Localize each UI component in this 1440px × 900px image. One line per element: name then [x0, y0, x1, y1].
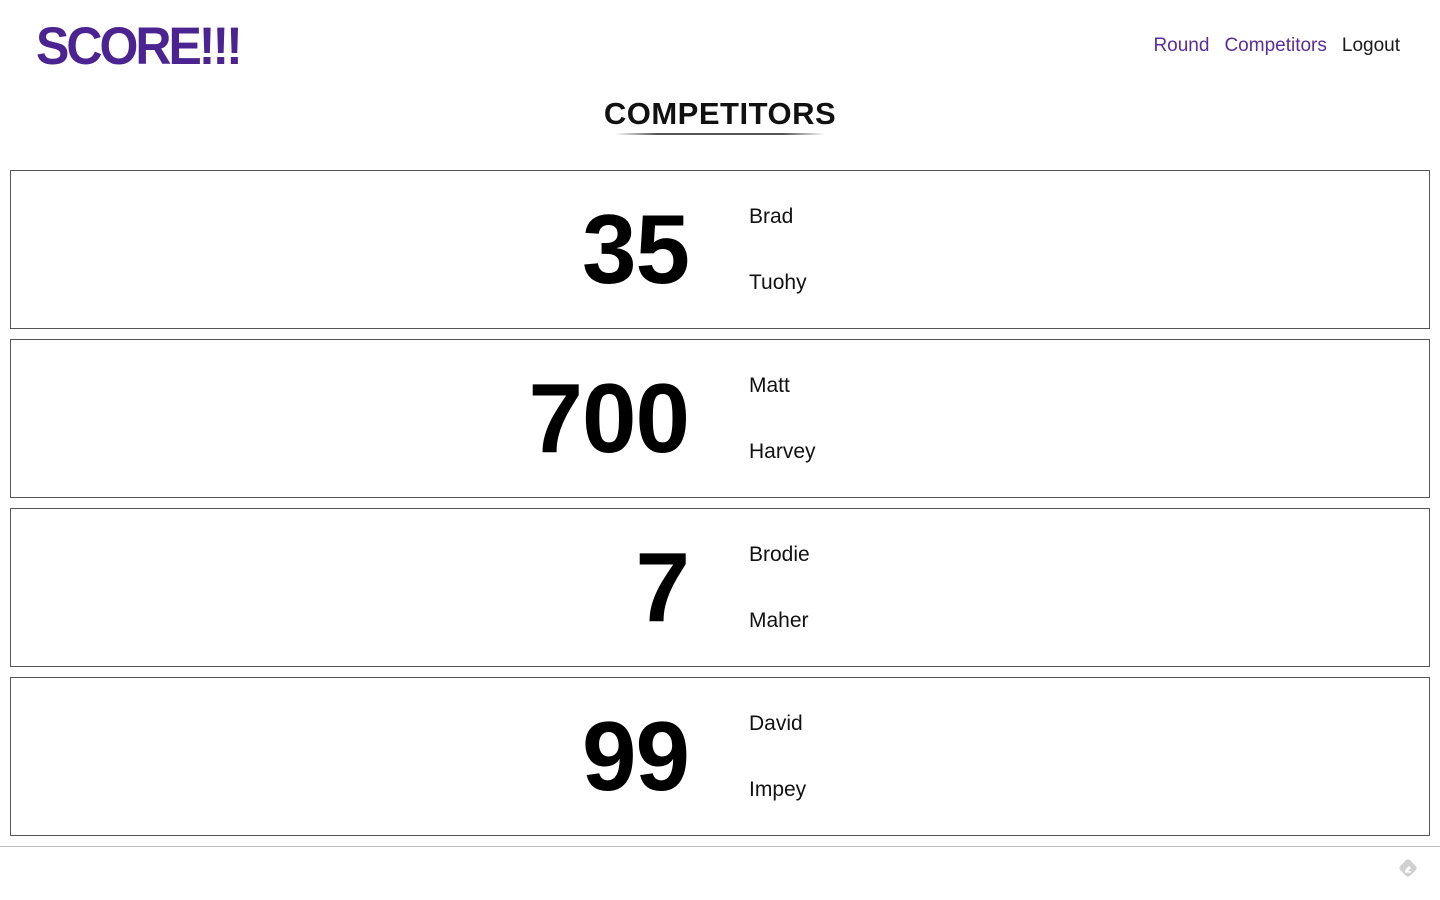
nav-competitors-link[interactable]: Competitors: [1224, 33, 1326, 59]
competitor-last-name: Harvey: [749, 440, 816, 463]
competitor-card[interactable]: 7 Brodie Maher: [10, 508, 1430, 667]
competitor-first-name: Brad: [749, 205, 794, 228]
competitor-first-name: Matt: [749, 374, 790, 397]
competitor-card[interactable]: 99 David Impey: [10, 677, 1430, 836]
competitor-score: 35: [581, 194, 690, 304]
nav-logout-link[interactable]: Logout: [1342, 33, 1400, 59]
competitor-score: 99: [581, 701, 690, 811]
competitor-last-name: Maher: [749, 609, 809, 632]
page: SCORE!!! Round Competitors Logout COMPET…: [0, 0, 1440, 900]
competitor-list: 35 Brad Tuohy 700 Matt Harvey 7 Brodie M…: [10, 170, 1430, 846]
competitor-card[interactable]: 700 Matt Harvey: [10, 339, 1430, 498]
nav-round-link[interactable]: Round: [1153, 33, 1209, 59]
competitor-first-name: David: [749, 712, 803, 735]
competitor-card[interactable]: 35 Brad Tuohy: [10, 170, 1430, 329]
competitor-first-name: Brodie: [749, 543, 810, 566]
top-nav: Round Competitors Logout: [1153, 33, 1400, 59]
feedback-icon[interactable]: [1396, 856, 1420, 880]
competitor-score: 700: [528, 363, 690, 473]
logo[interactable]: SCORE!!!: [36, 17, 243, 76]
title-underline: [615, 133, 825, 135]
footer-divider: [0, 846, 1440, 847]
competitor-last-name: Impey: [749, 778, 807, 801]
page-title: COMPETITORS: [603, 96, 837, 131]
competitor-score: 7: [635, 532, 690, 642]
competitor-last-name: Tuohy: [749, 271, 807, 294]
